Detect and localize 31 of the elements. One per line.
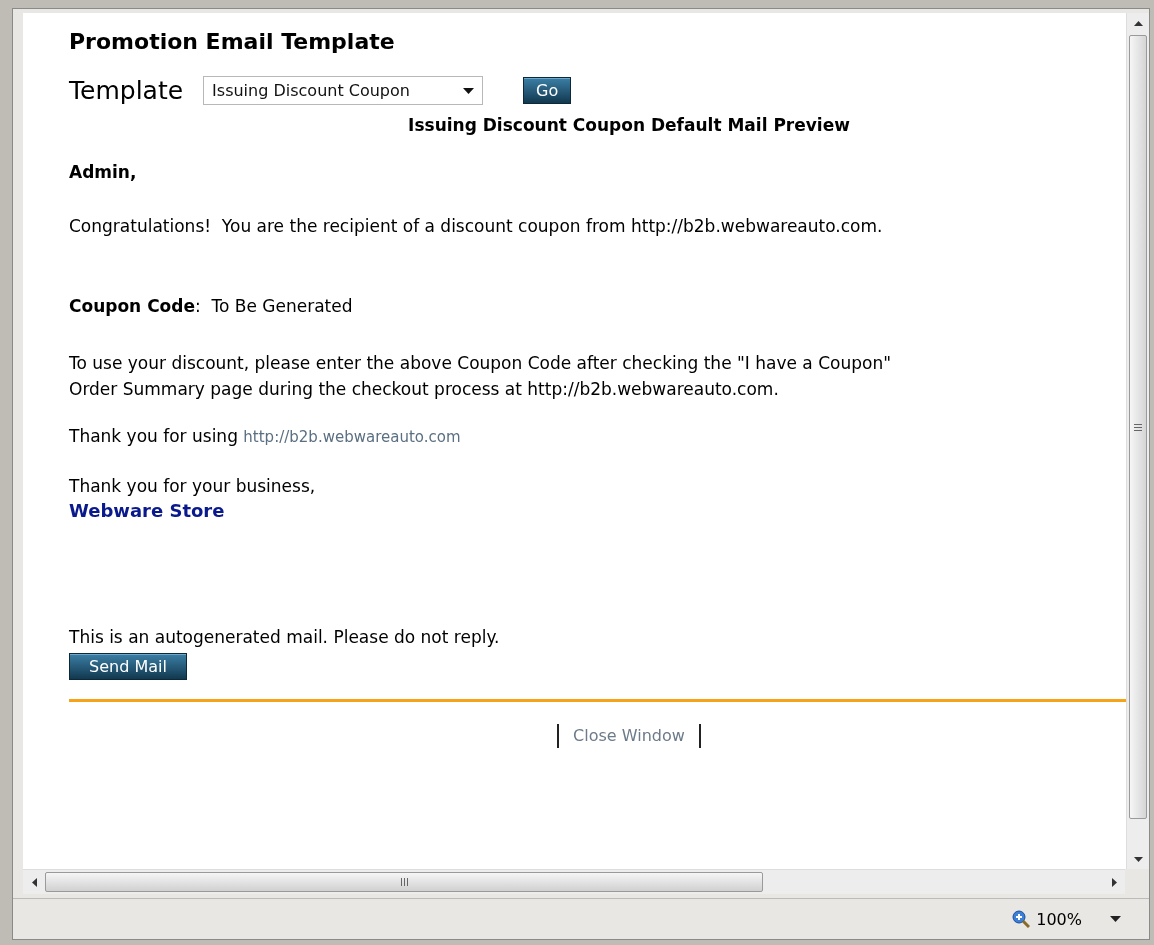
scroll-thumb[interactable]	[45, 872, 763, 892]
notice-text: This is an autogenerated mail. Please do not reply.	[69, 627, 501, 647]
vertical-scrollbar[interactable]	[1126, 13, 1149, 869]
zoom-level[interactable]: 100%	[1036, 909, 1082, 929]
send-mail-button[interactable]: Send Mail	[69, 653, 187, 680]
intro-text: Congratulations! You are the recipient of a discount coupon from http://b2b.webwareauto.com.	[69, 216, 884, 236]
template-dropdown[interactable]: Issuing Discount Coupon	[203, 76, 484, 105]
closing-text: Thank you for your business,	[69, 476, 317, 496]
close-window-link[interactable]: Close Window	[557, 724, 701, 748]
caret-icon[interactable]	[1110, 916, 1121, 922]
greeting-text: Admin,	[69, 162, 138, 182]
zoom-icon[interactable]	[1012, 910, 1031, 928]
coupon-code-text: Coupon Code: To Be Generated	[69, 296, 354, 316]
scroll-thumb[interactable]	[1129, 35, 1147, 819]
grip-icon	[1134, 423, 1142, 431]
page-title: Promotion Email Template	[69, 29, 396, 54]
scroll-right-icon[interactable]	[1111, 877, 1117, 887]
site-link[interactable]: http://b2b.webwareauto.com	[243, 428, 461, 446]
go-button[interactable]: Go	[523, 77, 572, 104]
instruction-text: To use your discount, please enter the above Coupon Code after checking the "I have a Coupon"	[69, 352, 892, 375]
scroll-up-icon[interactable]	[1133, 20, 1143, 26]
preview-heading: Issuing Discount Coupon Default Mail Preview	[407, 115, 851, 135]
scroll-left-icon[interactable]	[31, 877, 37, 887]
instruction-text: Order Summary page during the checkout process at http://b2b.webwareauto.com.	[69, 378, 780, 401]
horizontal-scrollbar[interactable]	[23, 869, 1125, 894]
grip-icon	[400, 878, 408, 886]
thanks-text: Thank you for using	[69, 426, 238, 446]
template-label: Template	[69, 76, 184, 105]
caret-icon	[463, 87, 475, 94]
signature-text: Webware Store	[69, 500, 226, 521]
scroll-down-icon[interactable]	[1133, 856, 1143, 862]
